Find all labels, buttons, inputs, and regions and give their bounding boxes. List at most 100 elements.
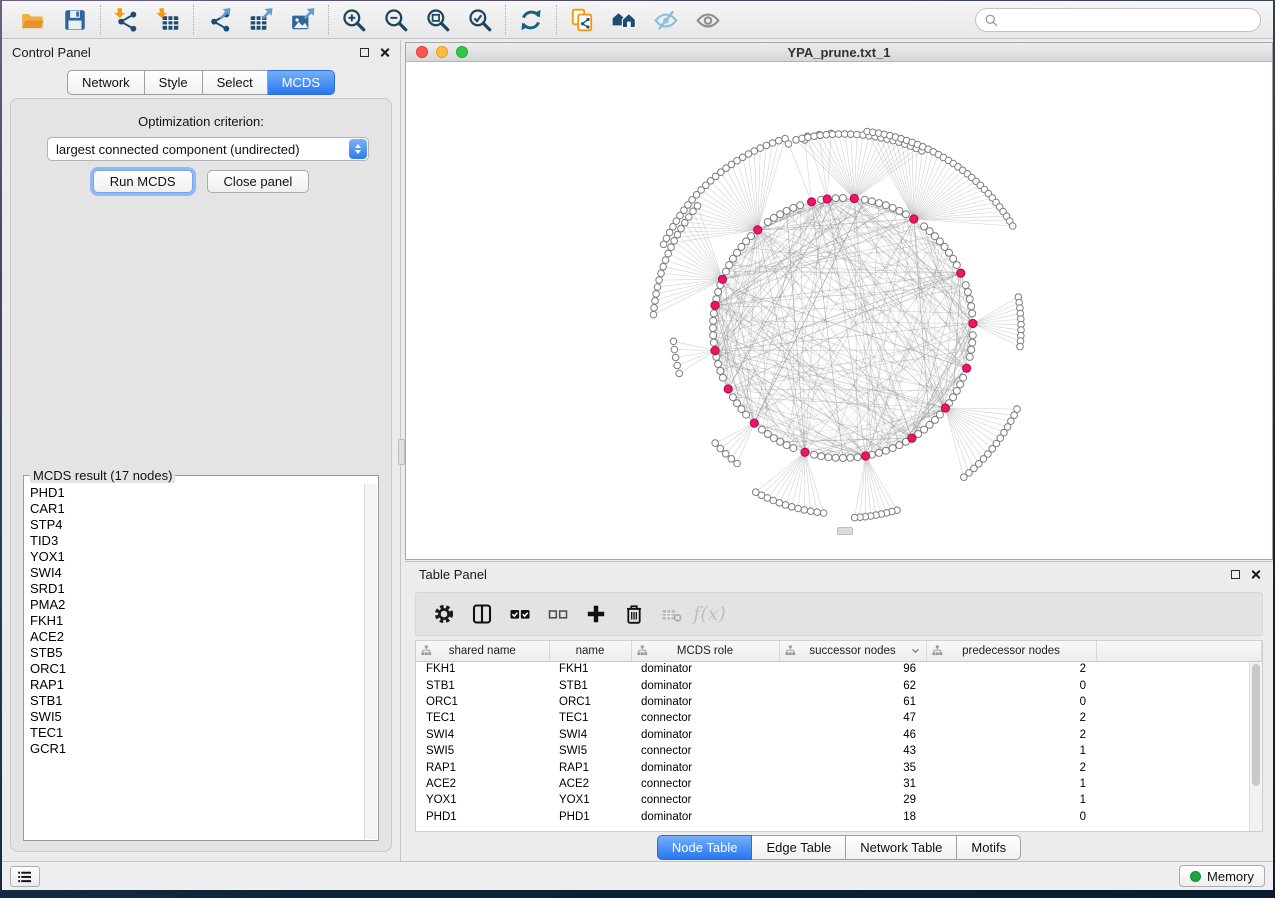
- fan-node[interactable]: [651, 305, 658, 312]
- close-panel-icon[interactable]: [379, 47, 390, 58]
- fan-node[interactable]: [694, 203, 701, 210]
- table-row[interactable]: RAP1RAP1dominator352: [416, 759, 1262, 775]
- table-scrollbar-thumb[interactable]: [1252, 664, 1260, 786]
- network-node[interactable]: [715, 361, 722, 368]
- fan-node[interactable]: [1017, 343, 1024, 350]
- table-row[interactable]: YOX1YOX1connector291: [416, 792, 1262, 808]
- column-header-MCDS-role[interactable]: MCDS role: [631, 641, 779, 661]
- table-row[interactable]: ORC1ORC1dominator610: [416, 694, 1262, 710]
- float-panel-icon[interactable]: [360, 48, 369, 57]
- mcds-result-item[interactable]: TID3: [25, 533, 364, 549]
- network-node[interactable]: [868, 198, 875, 205]
- close-window-icon[interactable]: [416, 46, 428, 58]
- mcds-dominator-node[interactable]: [908, 434, 916, 442]
- fan-node[interactable]: [665, 250, 672, 257]
- network-node[interactable]: [962, 282, 969, 289]
- fan-node[interactable]: [674, 231, 681, 238]
- network-node[interactable]: [832, 454, 839, 461]
- network-node[interactable]: [969, 332, 976, 339]
- hide-selected-button[interactable]: [649, 4, 683, 36]
- tab-mcds[interactable]: MCDS: [268, 70, 335, 95]
- fan-node[interactable]: [652, 298, 659, 305]
- network-window-titlebar[interactable]: YPA_prune.txt_1: [406, 43, 1272, 62]
- network-node[interactable]: [811, 451, 818, 458]
- network-node[interactable]: [790, 445, 797, 452]
- mcds-result-item[interactable]: FKH1: [25, 613, 364, 629]
- mcds-result-item[interactable]: CAR1: [25, 501, 364, 517]
- column-settings-button[interactable]: [430, 601, 457, 628]
- fan-node[interactable]: [671, 238, 678, 245]
- tab-edge-table[interactable]: Edge Table: [752, 835, 846, 860]
- network-node[interactable]: [876, 449, 883, 456]
- network-node[interactable]: [966, 353, 973, 360]
- fan-node[interactable]: [712, 440, 719, 447]
- fan-node[interactable]: [653, 291, 660, 298]
- search-input[interactable]: [999, 10, 1260, 30]
- delete-column-button[interactable]: [620, 601, 647, 628]
- export-table-button[interactable]: [244, 4, 278, 36]
- network-node[interactable]: [968, 303, 975, 310]
- network-node[interactable]: [889, 204, 896, 211]
- select-all-rows-button[interactable]: [506, 601, 533, 628]
- mcds-result-item[interactable]: RAP1: [25, 677, 364, 693]
- mcds-dominator-node[interactable]: [801, 448, 809, 456]
- network-node[interactable]: [715, 289, 722, 296]
- fan-node[interactable]: [805, 134, 812, 141]
- network-graph[interactable]: [406, 63, 1272, 559]
- fan-node[interactable]: [654, 284, 661, 291]
- fan-node[interactable]: [672, 354, 679, 361]
- network-node[interactable]: [896, 207, 903, 214]
- mcds-result-item[interactable]: TEC1: [25, 725, 364, 741]
- fan-node[interactable]: [801, 507, 808, 514]
- column-header-shared-name[interactable]: shared name: [416, 641, 549, 661]
- mcds-result-item[interactable]: SRD1: [25, 581, 364, 597]
- tab-network[interactable]: Network: [67, 70, 145, 95]
- mcds-result-item[interactable]: STB1: [25, 693, 364, 709]
- table-row[interactable]: SWI4SWI4dominator462: [416, 727, 1262, 743]
- add-column-button[interactable]: [582, 601, 609, 628]
- column-header-successor-nodes[interactable]: successor nodes: [779, 641, 926, 661]
- fan-node[interactable]: [811, 133, 818, 140]
- mcds-result-item[interactable]: STB5: [25, 645, 364, 661]
- mcds-dominator-node[interactable]: [711, 347, 719, 355]
- float-table-panel-icon[interactable]: [1231, 570, 1240, 579]
- export-image-button[interactable]: [286, 4, 320, 36]
- column-header-name[interactable]: name: [549, 641, 631, 661]
- network-node[interactable]: [783, 207, 790, 214]
- fan-node[interactable]: [817, 132, 824, 139]
- mcds-result-item[interactable]: ORC1: [25, 661, 364, 677]
- fan-node[interactable]: [658, 270, 665, 277]
- fan-node[interactable]: [1009, 223, 1016, 230]
- network-node[interactable]: [953, 387, 960, 394]
- fan-node[interactable]: [671, 346, 678, 353]
- table-row[interactable]: PHD1PHD1dominator180: [416, 809, 1262, 825]
- close-table-panel-icon[interactable]: [1250, 569, 1261, 580]
- toggle-columns-button[interactable]: [468, 601, 495, 628]
- network-node[interactable]: [969, 310, 976, 317]
- open-session-button[interactable]: [16, 4, 50, 36]
- close-panel-button[interactable]: Close panel: [207, 170, 310, 193]
- network-node[interactable]: [717, 367, 724, 374]
- network-node[interactable]: [710, 339, 717, 346]
- import-network-button[interactable]: [109, 4, 143, 36]
- mcds-result-item[interactable]: ACE2: [25, 629, 364, 645]
- zoom-fit-button[interactable]: [421, 4, 455, 36]
- network-node[interactable]: [729, 394, 736, 401]
- mcds-dominator-node[interactable]: [941, 404, 949, 412]
- fan-node[interactable]: [823, 131, 830, 138]
- network-node[interactable]: [840, 455, 847, 462]
- network-node[interactable]: [758, 426, 765, 433]
- fan-node[interactable]: [678, 225, 685, 232]
- fan-node[interactable]: [734, 460, 741, 467]
- network-node[interactable]: [950, 255, 957, 262]
- fan-node[interactable]: [728, 456, 735, 463]
- mcds-result-item[interactable]: STP4: [25, 517, 364, 533]
- network-node[interactable]: [960, 374, 967, 381]
- fan-node[interactable]: [757, 145, 764, 152]
- mcds-dominator-node[interactable]: [718, 275, 726, 283]
- save-session-button[interactable]: [58, 4, 92, 36]
- network-node[interactable]: [889, 445, 896, 452]
- mcds-result-item[interactable]: GCR1: [25, 741, 364, 757]
- mcds-result-item[interactable]: PMA2: [25, 597, 364, 613]
- network-node[interactable]: [825, 454, 832, 461]
